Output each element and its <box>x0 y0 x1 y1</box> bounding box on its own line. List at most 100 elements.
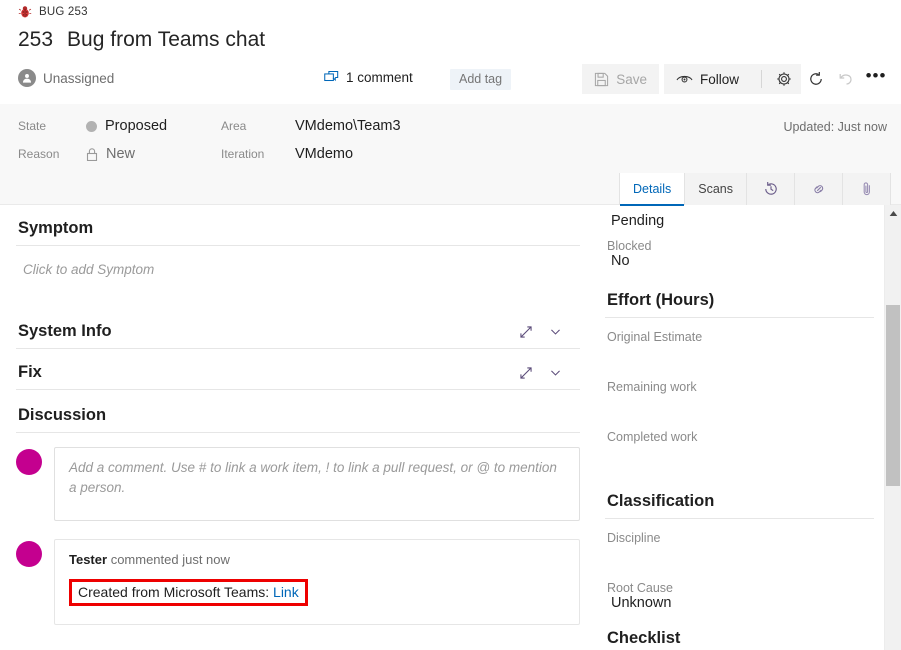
follow-label: Follow <box>700 72 739 87</box>
ellipsis-icon: ••• <box>866 67 887 92</box>
comment-body: Created from Microsoft Teams: Link <box>69 579 308 606</box>
history-icon <box>763 181 779 197</box>
comment-count-button[interactable]: 1 comment <box>324 70 413 85</box>
new-comment-row: Add a comment. Use # to link a work item… <box>16 447 580 521</box>
more-actions-button[interactable]: ••• <box>861 64 891 94</box>
tab-attachments[interactable] <box>843 173 891 205</box>
field-state-value: Proposed <box>105 118 167 134</box>
field-iteration[interactable]: Iteration VMdemo <box>221 146 353 162</box>
comment-text: Created from Microsoft Teams: <box>78 584 269 600</box>
section-fix-actions <box>519 366 580 380</box>
assigned-to-label: Unassigned <box>43 71 114 86</box>
field-reason[interactable]: Reason New <box>18 146 135 162</box>
state-dot-icon <box>86 121 97 132</box>
symptom-input[interactable]: Click to add Symptom <box>16 246 580 308</box>
field-root-cause-value[interactable]: Unknown <box>605 595 874 611</box>
scroll-up-icon[interactable] <box>885 205 901 221</box>
avatar <box>16 449 42 475</box>
maximize-icon[interactable] <box>519 325 533 339</box>
toolbar-divider <box>761 70 762 88</box>
section-discussion-title: Discussion <box>18 406 106 425</box>
work-item-type-label: BUG 253 <box>39 6 88 18</box>
refresh-icon <box>808 71 824 87</box>
scrollbar-thumb[interactable] <box>886 305 900 486</box>
detail-tabs: Details Scans <box>619 173 891 205</box>
save-button[interactable]: Save <box>582 64 659 94</box>
lock-icon <box>86 148 98 161</box>
follow-button[interactable]: Follow <box>664 64 751 94</box>
field-state[interactable]: State Proposed <box>18 118 167 134</box>
field-reason-label: Reason <box>18 147 86 161</box>
work-item-title-row: 253 Bug from Teams chat <box>18 28 265 52</box>
section-fix-title: Fix <box>18 363 42 382</box>
comment-count-label: 1 comment <box>346 70 413 85</box>
field-remaining-work-label: Remaining work <box>605 370 874 394</box>
work-item-id: 253 <box>18 28 53 52</box>
add-tag-label: Add tag <box>459 72 502 86</box>
field-completed-work-value[interactable] <box>605 444 874 470</box>
field-state-label: State <box>18 119 86 133</box>
field-original-estimate-label: Original Estimate <box>605 320 874 344</box>
tab-links[interactable] <box>795 173 843 205</box>
last-updated-text: Updated: Just now <box>783 120 887 134</box>
comment-author: Tester <box>69 552 107 567</box>
field-iteration-value: VMdemo <box>295 146 353 162</box>
link-icon <box>811 181 827 197</box>
refresh-button[interactable] <box>801 64 831 94</box>
section-effort-title: Effort (Hours) <box>605 269 874 318</box>
section-discussion-header: Discussion <box>16 390 580 433</box>
field-blocked-value[interactable]: No <box>605 253 874 269</box>
tab-scans-label: Scans <box>698 182 733 196</box>
bug-icon <box>18 5 32 19</box>
save-disk-icon <box>594 72 609 87</box>
add-tag-button[interactable]: Add tag <box>450 69 511 90</box>
symptom-placeholder: Click to add Symptom <box>23 262 154 277</box>
field-state-value-wrap: Proposed <box>86 118 167 134</box>
tab-scans[interactable]: Scans <box>685 173 747 205</box>
work-item-header: BUG 253 253 Bug from Teams chat Unassign… <box>0 0 901 104</box>
field-root-cause-label: Root Cause <box>605 571 874 595</box>
field-iteration-label: Iteration <box>221 147 295 161</box>
comment-timestamp: commented just now <box>111 552 230 567</box>
teams-link[interactable]: Link <box>273 584 299 600</box>
field-discipline-label: Discipline <box>605 521 874 545</box>
save-label: Save <box>616 72 647 87</box>
section-system-info-title: System Info <box>18 322 112 341</box>
settings-button[interactable] <box>751 64 801 94</box>
chevron-down-icon[interactable] <box>549 325 562 338</box>
field-original-estimate-value[interactable] <box>605 344 874 370</box>
field-reason-value: New <box>106 146 135 162</box>
chevron-down-icon[interactable] <box>549 366 562 379</box>
section-classification-title: Classification <box>605 470 874 519</box>
section-symptom-title: Symptom <box>18 219 93 238</box>
maximize-icon[interactable] <box>519 366 533 380</box>
section-checklist-title: Checklist <box>605 611 874 650</box>
field-area[interactable]: Area VMdemo\Team3 <box>221 118 401 134</box>
work-item-right-pane: Pending Blocked No Effort (Hours) Origin… <box>596 205 884 650</box>
work-item-toolbar: Save Follow <box>582 64 891 94</box>
attachment-icon <box>859 181 875 197</box>
section-system-info-header[interactable]: System Info <box>16 308 580 349</box>
tab-history[interactable] <box>747 173 795 205</box>
comment-card: Tester commented just now Created from M… <box>54 539 580 625</box>
field-blocked-label: Blocked <box>605 229 874 253</box>
highlighted-comment-text: Created from Microsoft Teams: Link <box>69 579 308 606</box>
field-pending-value[interactable]: Pending <box>605 205 874 229</box>
tab-details[interactable]: Details <box>619 173 685 205</box>
section-symptom-header: Symptom <box>16 205 580 246</box>
field-remaining-work-value[interactable] <box>605 394 874 420</box>
comment-item: Tester commented just now Created from M… <box>16 539 580 625</box>
work-item-left-pane: Symptom Click to add Symptom System Info… <box>0 205 596 650</box>
person-avatar-icon <box>18 69 36 87</box>
field-area-value: VMdemo\Team3 <box>295 118 401 134</box>
comment-input[interactable]: Add a comment. Use # to link a work item… <box>54 447 580 521</box>
gear-icon <box>776 71 792 87</box>
assigned-to-field[interactable]: Unassigned <box>18 69 114 87</box>
field-discipline-value[interactable] <box>605 545 874 571</box>
eye-icon <box>676 72 693 87</box>
right-pane-scrollbar[interactable] <box>884 205 901 650</box>
revert-button[interactable] <box>831 64 861 94</box>
field-reason-value-wrap: New <box>86 146 135 162</box>
section-fix-header[interactable]: Fix <box>16 349 580 390</box>
work-item-title[interactable]: Bug from Teams chat <box>67 28 265 52</box>
